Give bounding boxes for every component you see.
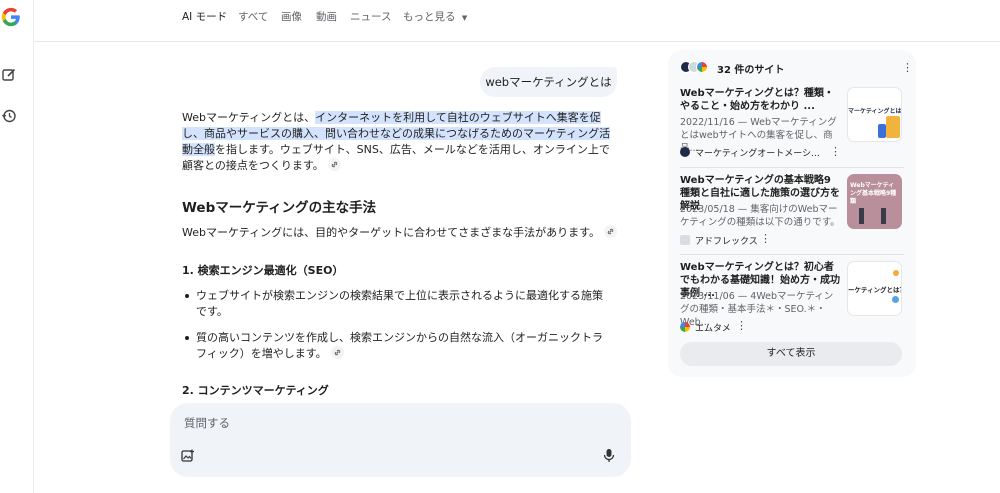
- more-options-icon[interactable]: ⋮: [760, 233, 771, 244]
- card-divider: [680, 254, 904, 255]
- source-card[interactable]: Webマーケティングとは？初心者でもわかる基礎知識！始め方・成功事例 ... 2…: [680, 261, 904, 339]
- ask-input-placeholder[interactable]: 質問する: [184, 415, 230, 431]
- show-all-button[interactable]: すべて表示: [680, 342, 902, 366]
- search-tabs-bar: AI モード すべて 画像 動画 ニュース もっと見る ▼: [34, 0, 1000, 42]
- add-image-icon[interactable]: [181, 449, 195, 463]
- tab-all[interactable]: すべて: [238, 9, 268, 24]
- thumbnail-figure: [892, 296, 899, 303]
- list-item-text: ウェブサイトが検索エンジンの検索結果で上位に表示されるように最適化する施策です。: [196, 289, 603, 318]
- tab-news[interactable]: ニュース: [350, 9, 391, 24]
- site-favicon: [680, 147, 690, 157]
- list-item-text: 質の高いコンテンツを作成し、検索エンジンからの自然な流入（オーガニックトラフィッ…: [196, 331, 603, 360]
- source-card-snippet: 2023/05/18 — 集客向けのWebマーケティングの種類は以下の通りです。: [680, 204, 840, 228]
- site-favicon: [680, 235, 690, 245]
- more-options-icon[interactable]: ⋮: [830, 146, 841, 157]
- source-card-site: アドフレックス: [680, 234, 758, 247]
- google-logo[interactable]: [0, 6, 22, 28]
- source-card-thumbnail: マーケティングとは？: [847, 87, 902, 142]
- link-icon[interactable]: [330, 346, 344, 359]
- mic-icon[interactable]: [603, 448, 615, 463]
- sources-header: 32 件のサイト ⋮: [680, 60, 913, 76]
- link-icon[interactable]: [604, 225, 617, 238]
- site-favicon: [680, 322, 690, 332]
- source-card-title[interactable]: Webマーケティングとは？種類・やること・始め方をわかり ...: [680, 87, 840, 113]
- new-chat-icon[interactable]: [1, 67, 17, 83]
- answer-intro: Webマーケティングとは、インターネットを利用して自社のウェブサイトへ集客を促し…: [182, 110, 614, 174]
- list-item: ウェブサイトが検索エンジンの検索結果で上位に表示されるように最適化する施策です。: [182, 288, 612, 320]
- source-card-thumbnail: Webマーケティング基本戦略9種類: [847, 174, 902, 229]
- ask-input-box[interactable]: 質問する: [170, 403, 631, 477]
- subsection-seo-title: 1. 検索エンジン最適化（SEO）: [182, 264, 344, 277]
- source-card[interactable]: Webマーケティングの基本戦略9種類と自社に適した施策の選び方を解説 2023/…: [680, 174, 904, 252]
- link-icon[interactable]: [327, 158, 341, 171]
- source-card-thumbnail: ーケティングとは？: [847, 261, 902, 316]
- user-query-bubble: webマーケティングとは: [480, 67, 617, 97]
- tab-images[interactable]: 画像: [281, 9, 302, 24]
- source-card[interactable]: Webマーケティングとは？種類・やること・始め方をわかり ... 2022/11…: [680, 87, 904, 165]
- subsection-content-title: 2. コンテンツマーケティング: [182, 384, 329, 397]
- more-options-icon[interactable]: ⋮: [736, 320, 747, 331]
- sources-count: 32 件のサイト: [717, 65, 785, 76]
- section-heading: Webマーケティングの主な手法: [182, 200, 377, 216]
- list-item: 質の高いコンテンツを作成し、検索エンジンからの自然な流入（オーガニックトラフィッ…: [182, 330, 612, 362]
- source-card-site-name: マーケティングオートメーシ...: [695, 149, 820, 159]
- answer-intro-text-b: を指します。ウェブサイト、SNS、広告、メールなどを活用し、オンライン上で顧客と…: [182, 143, 610, 172]
- thumbnail-text: Webマーケティング基本戦略9種類: [850, 182, 897, 205]
- thumbnail-figure: [859, 208, 864, 224]
- card-divider: [680, 167, 904, 168]
- tab-more-label: もっと見る: [403, 11, 456, 23]
- sources-panel: 32 件のサイト ⋮ Webマーケティングとは？種類・やること・始め方をわかり …: [668, 50, 916, 377]
- left-rail: [0, 0, 34, 493]
- thumbnail-text: マーケティングとは？: [848, 108, 902, 115]
- thumbnail-figure: [878, 124, 886, 138]
- source-card-site: マーケティングオートメーシ...: [680, 146, 820, 159]
- source-card-site-name: アドフレックス: [695, 237, 758, 247]
- bullet-dot: [185, 336, 189, 340]
- source-card-site: エムタメ: [680, 321, 731, 334]
- answer-intro-text-a: Webマーケティングとは、: [182, 111, 316, 124]
- source-card-site-name: エムタメ: [695, 324, 731, 334]
- bullet-dot: [185, 294, 189, 298]
- section-lead-text: Webマーケティングには、目的やターゲットに合わせてさまざまな手法があります。: [182, 226, 600, 239]
- more-options-icon[interactable]: ⋮: [902, 62, 913, 73]
- tab-ai-mode[interactable]: AI モード: [182, 9, 227, 24]
- thumbnail-figure: [893, 270, 899, 276]
- thumbnail-figure: [886, 116, 900, 138]
- history-icon[interactable]: [1, 108, 17, 124]
- tab-more[interactable]: もっと見る ▼: [403, 9, 467, 24]
- section-lead: Webマーケティングには、目的やターゲットに合わせてさまざまな手法があります。: [182, 225, 617, 241]
- site-favicon: [696, 61, 708, 73]
- tab-videos[interactable]: 動画: [316, 9, 337, 24]
- caret-down-icon: ▼: [461, 14, 468, 22]
- thumbnail-figure: [881, 208, 886, 224]
- thumbnail-text: ーケティングとは？: [848, 286, 902, 294]
